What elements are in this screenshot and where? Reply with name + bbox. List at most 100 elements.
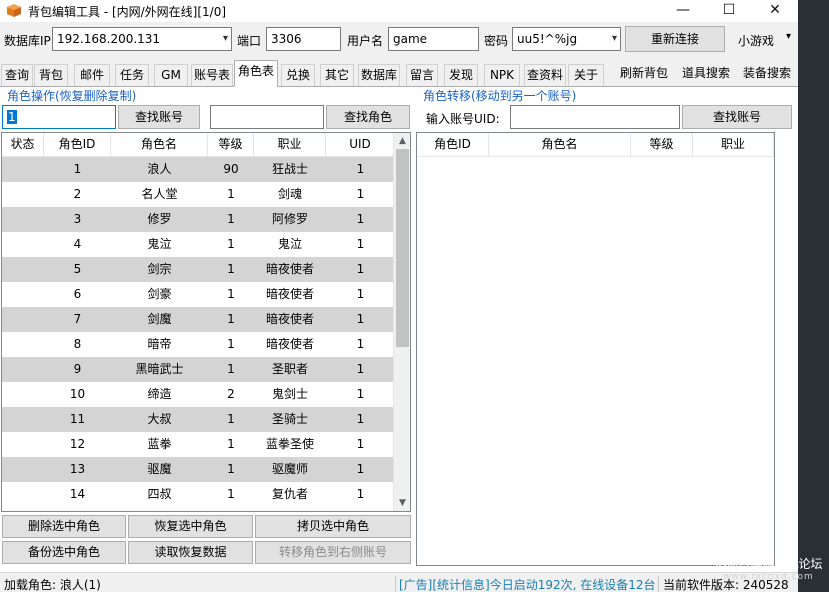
table-row[interactable]: 5 剑宗 1 暗夜使者 1	[2, 257, 395, 282]
cell-role-id: 6	[73, 287, 82, 301]
table-row[interactable]: 3 修罗 1 阿修罗 1	[2, 207, 395, 232]
tab-npk[interactable]: NPK	[484, 64, 520, 86]
tab-mail[interactable]: 邮件	[74, 64, 110, 86]
col-job[interactable]: 职业	[254, 133, 326, 157]
cell-level: 90	[223, 162, 239, 176]
cell-job: 复仇者	[271, 487, 308, 501]
col-job[interactable]: 职业	[693, 133, 774, 157]
table-row[interactable]: 9 黑暗武士 1 圣职者 1	[2, 357, 395, 382]
close-button[interactable]: ✕	[752, 0, 798, 22]
cell-role-id: 14	[69, 487, 86, 501]
user-input[interactable]: game	[388, 27, 479, 51]
restore-role-button[interactable]: 恢复选中角色	[128, 515, 253, 538]
cell-level: 1	[227, 187, 235, 201]
transfer-grid[interactable]: 角色ID 角色名 等级 职业	[416, 132, 775, 566]
window-title: 背包编辑工具 - [内网/外网在线][1/0]	[28, 5, 227, 19]
tab-exchange[interactable]: 兑换	[281, 64, 315, 86]
cell-role-name: 剑魔	[147, 312, 172, 326]
tab-query[interactable]: 查询	[1, 64, 33, 86]
maximize-button[interactable]: ☐	[706, 0, 752, 22]
table-row[interactable]: 1 浪人 90 狂战士 1	[2, 157, 395, 182]
cell-role-name: 剑豪	[147, 287, 172, 301]
table-row[interactable]: 14 四叔 1 复仇者 1	[2, 482, 395, 507]
cell-status	[2, 457, 44, 482]
tab-role-table[interactable]: 角色表	[234, 60, 278, 87]
tab-bag[interactable]: 背包	[34, 64, 68, 86]
scroll-thumb[interactable]	[396, 149, 409, 347]
ad-stats-link[interactable]: [广告][统计信息]今日启动192次, 在线设备12台	[395, 576, 656, 592]
cell-job: 暗夜使者	[265, 312, 314, 326]
tab-about[interactable]: 关于	[568, 64, 604, 86]
minimize-button[interactable]: —	[660, 0, 706, 22]
table-row[interactable]: 13 驱魔 1 驱魔师 1	[2, 457, 395, 482]
col-uid[interactable]: UID	[326, 133, 395, 157]
scroll-down-icon[interactable]: ▼	[394, 495, 410, 511]
cell-level: 1	[227, 312, 235, 326]
table-row[interactable]: 12 蓝拳 1 蓝拳圣使 1	[2, 432, 395, 457]
loaded-role-status: 加载角色: 浪人(1)	[4, 578, 101, 592]
find-target-account-button[interactable]: 查找账号	[682, 105, 792, 129]
equipment-search-button[interactable]: 装备搜索	[743, 64, 791, 81]
table-row[interactable]: 8 暗帝 1 暗夜使者 1	[2, 332, 395, 357]
refresh-bag-button[interactable]: 刷新背包	[620, 64, 668, 81]
item-search-button[interactable]: 道具搜索	[682, 64, 730, 81]
col-status[interactable]: 状态	[2, 133, 44, 157]
table-row[interactable]: 2 名人堂 1 剑魂 1	[2, 182, 395, 207]
col-role-name[interactable]: 角色名	[489, 133, 631, 157]
tab-database[interactable]: 数据库	[358, 64, 400, 86]
cell-status	[2, 232, 44, 257]
uid-label: 输入账号UID:	[426, 112, 500, 126]
tab-lookup[interactable]: 查资料	[524, 64, 566, 86]
cell-job: 剑魂	[277, 187, 302, 201]
scroll-up-icon[interactable]: ▲	[394, 133, 410, 149]
table-row[interactable]: 6 剑豪 1 暗夜使者 1	[2, 282, 395, 307]
cell-role-name: 浪人	[147, 162, 172, 176]
find-account-button[interactable]: 查找账号	[118, 105, 200, 129]
account-id-input[interactable]: 1	[2, 105, 116, 129]
table-row[interactable]: 4 鬼泣 1 鬼泣 1	[2, 232, 395, 257]
col-role-id[interactable]: 角色ID	[417, 133, 489, 157]
tab-message[interactable]: 留言	[406, 64, 438, 86]
role-grid[interactable]: 状态 角色ID 角色名 等级 职业 UID 1 浪人 90 狂战士 1 2 名人堂 1 剑魂 1 3…	[1, 132, 411, 512]
col-role-name[interactable]: 角色名	[111, 133, 208, 157]
table-row[interactable]: 10 缔造 2 鬼剑士 1	[2, 382, 395, 407]
cell-level: 1	[227, 237, 235, 251]
cell-uid: 1	[356, 412, 365, 426]
minigame-menu[interactable]: 小游戏	[738, 32, 774, 49]
backup-role-button[interactable]: 备份选中角色	[2, 541, 126, 564]
uid-input[interactable]	[510, 105, 680, 129]
cell-status	[2, 257, 44, 282]
cell-status	[2, 432, 44, 457]
user-label: 用户名	[347, 34, 384, 48]
copy-role-button[interactable]: 拷贝选中角色	[255, 515, 411, 538]
role-name-input[interactable]	[210, 105, 324, 129]
col-level[interactable]: 等级	[631, 133, 693, 157]
cell-role-id: 3	[73, 212, 82, 226]
col-level[interactable]: 等级	[208, 133, 254, 157]
cell-status	[2, 407, 44, 432]
db-ip-combo[interactable]: 192.168.200.131 ▾	[52, 27, 232, 51]
tab-gm[interactable]: GM	[154, 64, 188, 86]
cell-role-id: 5	[73, 262, 82, 276]
find-role-button[interactable]: 查找角色	[326, 105, 410, 129]
tab-task[interactable]: 任务	[115, 64, 149, 86]
cell-job: 暗夜使者	[265, 262, 314, 276]
tab-other[interactable]: 其它	[320, 64, 354, 86]
reconnect-button[interactable]: 重新连接	[625, 26, 725, 52]
role-table-panel: 角色操作(恢复删除复制) 1 查找账号 查找角色 状态 角色ID 角色名 等级 …	[0, 86, 798, 572]
tab-discover[interactable]: 发现	[444, 64, 478, 86]
col-role-id[interactable]: 角色ID	[44, 133, 111, 157]
role-grid-scrollbar[interactable]: ▲ ▼	[393, 133, 410, 511]
table-row[interactable]: 11 大叔 1 圣骑士 1	[2, 407, 395, 432]
cell-role-id: 10	[69, 387, 86, 401]
password-label: 密码	[484, 34, 509, 48]
port-input[interactable]: 3306	[266, 27, 341, 51]
tab-account-table[interactable]: 账号表	[191, 64, 233, 86]
read-restore-button[interactable]: 读取恢复数据	[128, 541, 253, 564]
title-bar: 背包编辑工具 - [内网/外网在线][1/0] — ☐ ✕	[0, 0, 798, 22]
delete-role-button[interactable]: 删除选中角色	[2, 515, 126, 538]
transfer-role-button[interactable]: 转移角色到右侧账号	[255, 541, 411, 564]
table-row[interactable]: 7 剑魔 1 暗夜使者 1	[2, 307, 395, 332]
password-combo[interactable]: uu5!^%jg ▾	[512, 27, 621, 51]
role-grid-header: 状态 角色ID 角色名 等级 职业 UID	[2, 133, 395, 157]
